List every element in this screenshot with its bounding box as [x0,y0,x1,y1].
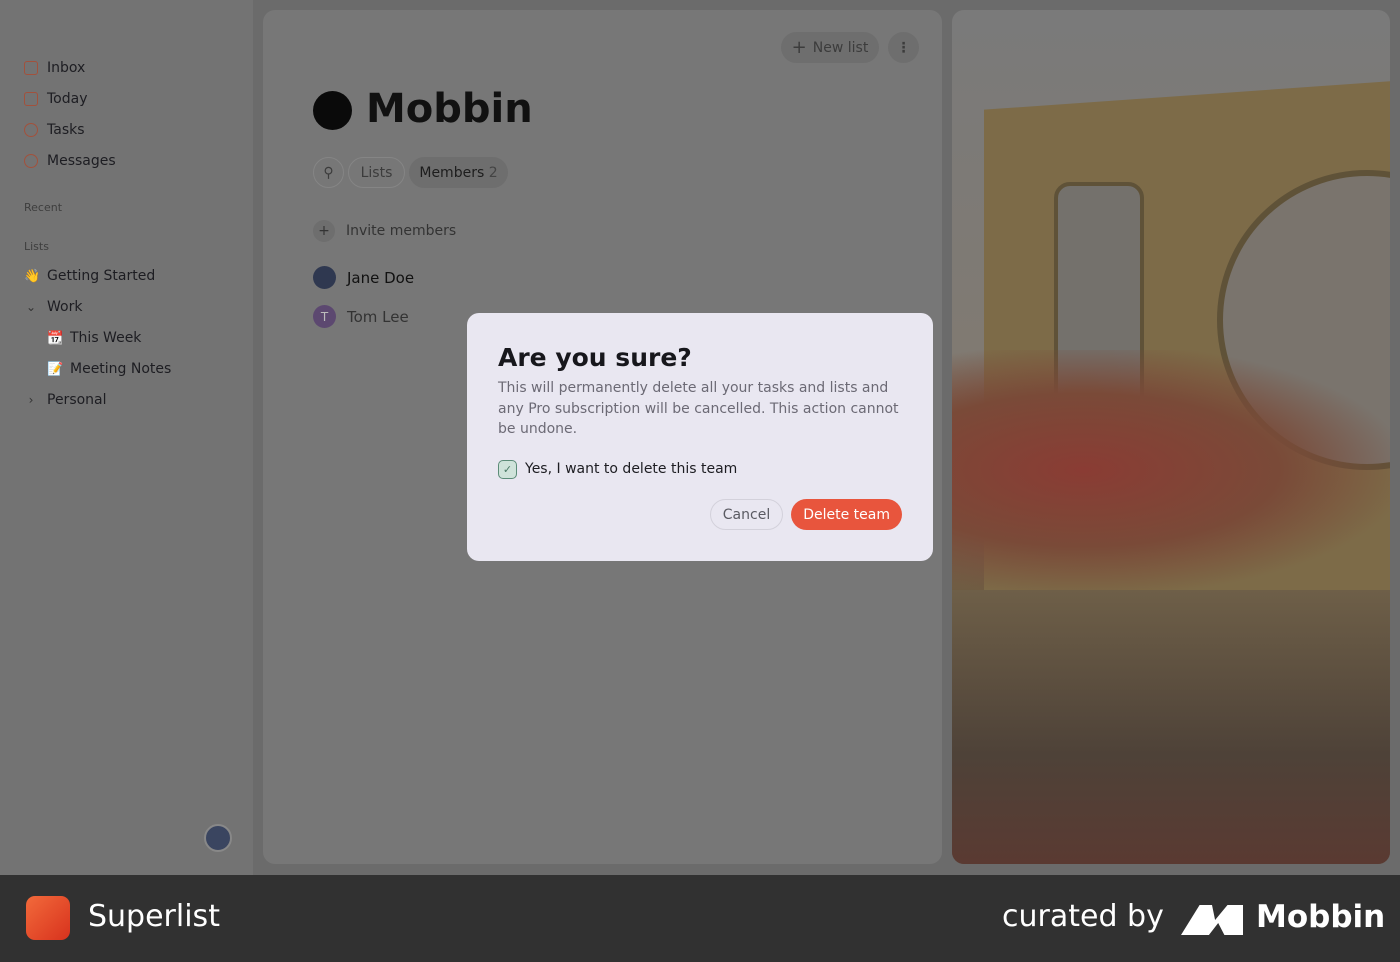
mobbin-brand: Mobbin [1256,899,1386,935]
sidebar: Inbox Today Tasks Messages Recent Lists … [0,0,253,875]
member-row[interactable]: Jane Doe [313,266,414,289]
footer-bar: Superlist curated by Mobbin [0,875,1400,962]
tab-members[interactable]: Members 2 [409,157,508,188]
inbox-icon [24,61,38,75]
search-button[interactable]: ⚲ [313,157,344,188]
plus-icon: + [313,220,335,242]
avatar [313,266,336,289]
list-work[interactable]: ⌄ Work [24,299,82,315]
chevron-down-icon[interactable]: ⌄ [24,300,38,314]
confirm-delete-dialog: Are you sure? This will permanently dele… [467,313,933,561]
avatar: T [313,305,336,328]
invite-members-button[interactable]: + Invite members [313,220,456,242]
list-meeting-notes[interactable]: 📝 Meeting Notes [47,361,171,377]
app-name: Superlist [88,899,220,934]
nav-today[interactable]: Today [24,91,88,107]
checkbox-checked-icon[interactable]: ✓ [498,459,517,479]
mobbin-logo-icon [1181,905,1243,935]
tab-lists[interactable]: Lists [348,157,405,188]
superlist-logo [26,896,70,940]
cancel-button[interactable]: Cancel [709,499,784,530]
dialog-body: This will permanently delete all your ta… [498,380,899,437]
lists-label: Lists [24,240,49,253]
chevron-right-icon[interactable]: › [24,393,38,407]
nav-messages[interactable]: Messages [24,153,116,169]
team-logo [313,91,352,130]
decorative-landscape-image [952,10,1390,864]
dialog-title: Are you sure? [498,343,692,372]
delete-team-button[interactable]: Delete team [791,499,902,530]
user-avatar[interactable] [204,824,232,852]
more-options-button[interactable]: ⋮ [888,32,919,63]
calendar-emoji-icon: 📆 [47,330,64,346]
recent-label: Recent [24,201,63,214]
calendar-icon [24,92,38,106]
page-title: Mobbin [366,86,533,132]
list-this-week[interactable]: 📆 This Week [47,330,141,346]
nav-inbox[interactable]: Inbox [24,60,85,76]
memo-icon: 📝 [47,361,64,377]
confirm-checkbox-row[interactable]: ✓ Yes, I want to delete this team [498,459,902,479]
plus-icon: + [791,37,807,58]
nav-tasks[interactable]: Tasks [24,122,85,138]
list-getting-started[interactable]: 👋 Getting Started [24,268,155,284]
search-icon: ⚲ [323,164,334,181]
more-vertical-icon: ⋮ [896,39,911,56]
curated-by-label: curated by [1002,899,1164,934]
tasks-icon [24,123,38,137]
messages-icon [24,154,38,168]
list-personal[interactable]: › Personal [24,392,107,408]
member-row[interactable]: T Tom Lee [313,305,409,328]
wave-icon: 👋 [24,268,41,284]
new-list-button[interactable]: + New list [781,32,879,63]
